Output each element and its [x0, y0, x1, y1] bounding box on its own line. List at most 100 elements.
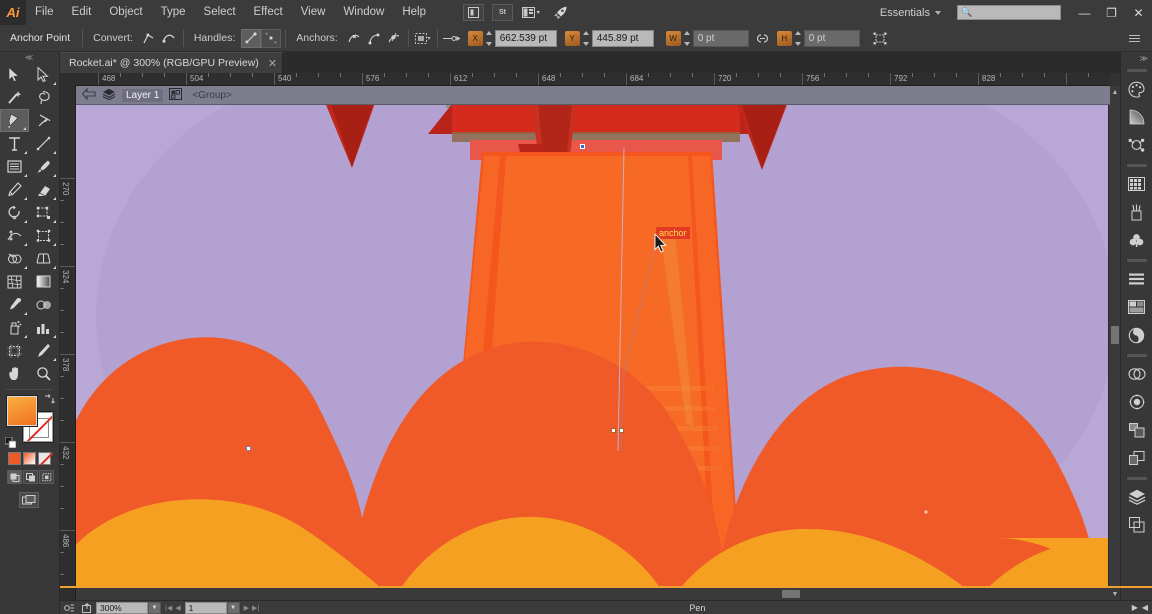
isolate-selected-icon[interactable]	[413, 29, 433, 48]
path-anchor-point[interactable]	[246, 446, 251, 451]
preflight-icon[interactable]	[60, 601, 78, 614]
artboard-tool[interactable]	[0, 339, 29, 362]
align-icon[interactable]	[442, 29, 462, 48]
menu-select[interactable]: Select	[195, 0, 245, 25]
canvas-artboard[interactable]: anchor	[76, 86, 1110, 600]
ruler-corner[interactable]	[60, 73, 76, 86]
swatches-panel-icon[interactable]	[1122, 170, 1152, 198]
gradient-mode-button[interactable]	[23, 452, 36, 465]
remove-anchor-icon[interactable]	[344, 29, 364, 48]
asset-export-panel-icon[interactable]	[1122, 444, 1152, 472]
vertical-ruler[interactable]: 270 324 378 432 486	[60, 86, 76, 600]
restore-button[interactable]: ❐	[1098, 0, 1125, 25]
first-artboard-button[interactable]: |◀	[165, 604, 172, 612]
eraser-tool[interactable]	[29, 178, 58, 201]
hide-handles-icon[interactable]	[261, 28, 282, 48]
artboard-dropdown-icon[interactable]: ▼	[226, 601, 240, 614]
minimize-button[interactable]: —	[1071, 0, 1098, 25]
convert-to-smooth-icon[interactable]	[159, 29, 179, 48]
layers-panel-icon[interactable]	[1122, 483, 1152, 511]
gradient-tool[interactable]	[29, 270, 58, 293]
selection-tool[interactable]	[0, 63, 29, 86]
rocket-icon[interactable]	[550, 4, 571, 21]
search-field[interactable]	[972, 7, 1058, 18]
y-coordinate-input[interactable]: 445.89 pt	[591, 29, 654, 47]
prev-artboard-button[interactable]: ◀	[175, 604, 180, 612]
isolation-group-name[interactable]: <Group>	[188, 89, 235, 102]
show-handles-icon[interactable]	[241, 28, 262, 48]
stroke-swatch[interactable]	[22, 411, 54, 443]
width-tool[interactable]	[0, 224, 29, 247]
align-panel-icon[interactable]	[1122, 265, 1152, 293]
lasso-tool[interactable]	[29, 86, 58, 109]
menu-view[interactable]: View	[292, 0, 335, 25]
pathfinder-panel-icon[interactable]	[1122, 360, 1152, 388]
transform-icon[interactable]	[870, 29, 890, 48]
x-stepper[interactable]	[485, 30, 494, 47]
path-anchor-point[interactable]	[619, 428, 624, 433]
canvas-vertical-scrollbar[interactable]: ▲ ▼	[1108, 86, 1120, 600]
curvature-tool[interactable]	[29, 109, 58, 132]
slice-tool[interactable]	[29, 339, 58, 362]
magic-wand-tool[interactable]	[0, 86, 29, 109]
blend-tool[interactable]	[29, 293, 58, 316]
default-fill-stroke-icon[interactable]	[4, 436, 17, 449]
symbol-sprayer-tool[interactable]	[0, 316, 29, 339]
pen-tool[interactable]	[0, 109, 29, 132]
gradient-panel-icon[interactable]	[1122, 103, 1152, 131]
swap-fill-stroke-icon[interactable]	[44, 393, 55, 407]
width-stepper[interactable]	[683, 30, 692, 47]
scale-tool[interactable]	[29, 201, 58, 224]
draw-normal-button[interactable]	[7, 470, 22, 484]
color-mode-button[interactable]	[8, 452, 21, 465]
draw-inside-button[interactable]	[39, 470, 54, 484]
paintbrush-tool[interactable]	[29, 155, 58, 178]
chain-link-icon[interactable]	[753, 29, 773, 48]
back-arrow-icon[interactable]	[81, 87, 96, 103]
transparency-panel-icon[interactable]	[1122, 388, 1152, 416]
shape-builder-tool[interactable]	[0, 247, 29, 270]
draw-behind-button[interactable]	[23, 470, 38, 484]
direct-selection-tool[interactable]	[29, 63, 58, 86]
scroll-left-icon[interactable]: ◀	[1142, 603, 1148, 612]
zoom-level-input[interactable]: 300%	[96, 601, 148, 614]
eyedropper-tool[interactable]	[0, 293, 29, 316]
free-transform-tool[interactable]	[29, 224, 58, 247]
artboards-panel-icon[interactable]	[1122, 416, 1152, 444]
change-screen-mode-button[interactable]	[19, 492, 39, 508]
none-mode-button[interactable]	[38, 452, 51, 465]
toolbar-grip[interactable]: ≪	[0, 52, 59, 63]
symbols-panel-icon[interactable]	[1122, 226, 1152, 254]
menu-effect[interactable]: Effect	[245, 0, 292, 25]
x-coordinate-input[interactable]: 662.539 pt	[494, 29, 557, 47]
rectangle-tool[interactable]	[0, 155, 29, 178]
color-panel-icon[interactable]	[1122, 75, 1152, 103]
workspace-switcher[interactable]: Essentials	[880, 7, 945, 19]
path-anchor-point-active[interactable]	[580, 144, 585, 149]
vertical-scroll-thumb[interactable]	[1111, 326, 1119, 344]
zoom-dropdown-icon[interactable]: ▼	[148, 601, 161, 614]
menu-help[interactable]: Help	[393, 0, 435, 25]
stock-icon[interactable]: St	[492, 4, 513, 21]
isolation-layer-name[interactable]: Layer 1	[122, 88, 164, 102]
color-guide-panel-icon[interactable]	[1122, 131, 1152, 159]
menu-file[interactable]: File	[26, 0, 63, 25]
y-stepper[interactable]	[582, 30, 591, 47]
artboard-number-input[interactable]: 1	[184, 601, 227, 614]
pencil-tool[interactable]	[0, 178, 29, 201]
document-tab[interactable]: Rocket.ai* @ 300% (RGB/GPU Preview) ✕	[60, 52, 284, 73]
search-input[interactable]: 🔍	[957, 5, 1061, 20]
brushes-panel-icon[interactable]	[1122, 198, 1152, 226]
panel-menu-icon[interactable]	[1123, 34, 1146, 42]
horizontal-scroll-thumb[interactable]	[782, 590, 800, 598]
menu-window[interactable]: Window	[334, 0, 393, 25]
mesh-tool[interactable]	[0, 270, 29, 293]
layers-icon[interactable]	[102, 88, 116, 103]
share-icon[interactable]	[78, 601, 96, 614]
transform-panel-icon[interactable]	[1122, 293, 1152, 321]
width-input[interactable]: 0 pt	[692, 29, 749, 47]
cut-path-icon[interactable]	[384, 29, 404, 48]
height-input[interactable]: 0 pt	[803, 29, 860, 47]
canvas-horizontal-scrollbar[interactable]	[76, 588, 1110, 600]
column-graph-tool[interactable]	[29, 316, 58, 339]
